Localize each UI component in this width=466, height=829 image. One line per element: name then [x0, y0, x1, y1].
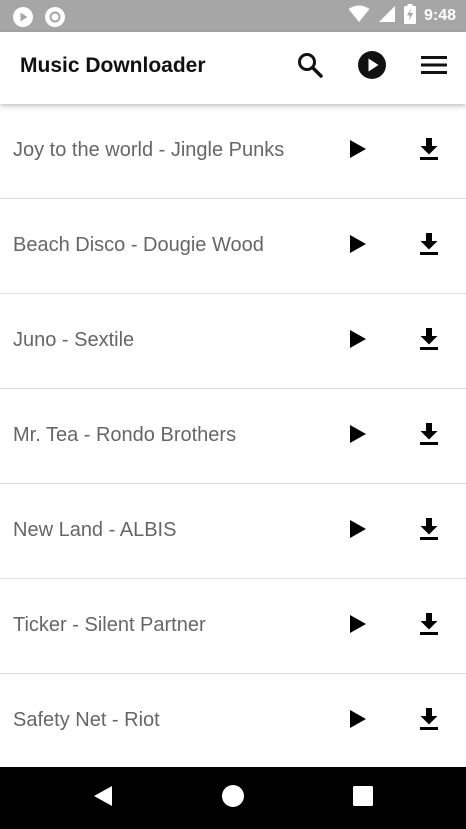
menu-button[interactable] [419, 52, 449, 82]
play-button[interactable] [343, 231, 373, 261]
download-button[interactable] [414, 516, 444, 546]
now-playing-button[interactable] [357, 50, 387, 85]
download-icon [419, 422, 439, 450]
status-bar-right: 9:48 [348, 3, 456, 29]
play-circle-icon [357, 50, 387, 85]
play-icon [349, 424, 367, 449]
track-title: Joy to the world - Jingle Punks [13, 139, 285, 161]
recents-button[interactable] [348, 783, 378, 813]
download-icon [419, 707, 439, 735]
track-row[interactable]: Joy to the world - Jingle Punks [0, 104, 466, 199]
play-icon [349, 614, 367, 639]
home-button[interactable] [218, 783, 248, 813]
status-time: 9:48 [423, 7, 456, 24]
wifi-icon [348, 5, 370, 28]
download-button[interactable] [414, 421, 444, 451]
track-row[interactable]: Juno - Sextile [0, 294, 466, 389]
download-icon [419, 612, 439, 640]
download-button[interactable] [414, 611, 444, 641]
status-bar-left [12, 6, 66, 33]
back-button[interactable] [88, 783, 118, 813]
recents-icon [352, 785, 374, 812]
track-row[interactable]: Ticker - Silent Partner [0, 579, 466, 674]
track-row[interactable]: Safety Net - Riot [0, 674, 466, 767]
download-icon [419, 517, 439, 545]
download-button[interactable] [414, 136, 444, 166]
navigation-bar [0, 767, 466, 829]
app-title: Music Downloader [20, 54, 206, 77]
play-button[interactable] [343, 516, 373, 546]
play-button[interactable] [343, 326, 373, 356]
search-icon [296, 51, 324, 84]
battery-charging-icon [403, 3, 416, 29]
search-button[interactable] [295, 52, 325, 82]
download-icon [419, 327, 439, 355]
play-icon [349, 519, 367, 544]
record-circle-icon [44, 6, 66, 33]
track-title: Safety Net - Riot [13, 709, 160, 731]
track-row[interactable]: Beach Disco - Dougie Wood [0, 199, 466, 294]
play-button[interactable] [343, 421, 373, 451]
play-icon [349, 709, 367, 734]
track-title: Ticker - Silent Partner [13, 614, 206, 636]
play-icon [349, 139, 367, 164]
back-icon [92, 785, 114, 812]
menu-icon [420, 54, 448, 81]
track-title: Mr. Tea - Rondo Brothers [13, 424, 237, 446]
track-list: Joy to the world - Jingle Punks Beach Di… [0, 104, 466, 767]
download-icon [419, 137, 439, 165]
download-button[interactable] [414, 231, 444, 261]
track-row[interactable]: New Land - ALBIS [0, 484, 466, 579]
download-button[interactable] [414, 706, 444, 736]
play-circle-icon [12, 6, 34, 33]
app-bar: Music Downloader [0, 32, 466, 104]
play-button[interactable] [343, 706, 373, 736]
download-icon [419, 232, 439, 260]
play-icon [349, 329, 367, 354]
track-row[interactable]: Mr. Tea - Rondo Brothers [0, 389, 466, 484]
signal-icon [378, 5, 396, 28]
download-button[interactable] [414, 326, 444, 356]
status-bar: 9:48 [0, 0, 466, 32]
home-icon [221, 784, 245, 813]
play-button[interactable] [343, 136, 373, 166]
track-title: Juno - Sextile [13, 329, 135, 351]
play-icon [349, 234, 367, 259]
track-title: New Land - ALBIS [13, 519, 177, 541]
track-title: Beach Disco - Dougie Wood [13, 234, 264, 256]
play-button[interactable] [343, 611, 373, 641]
